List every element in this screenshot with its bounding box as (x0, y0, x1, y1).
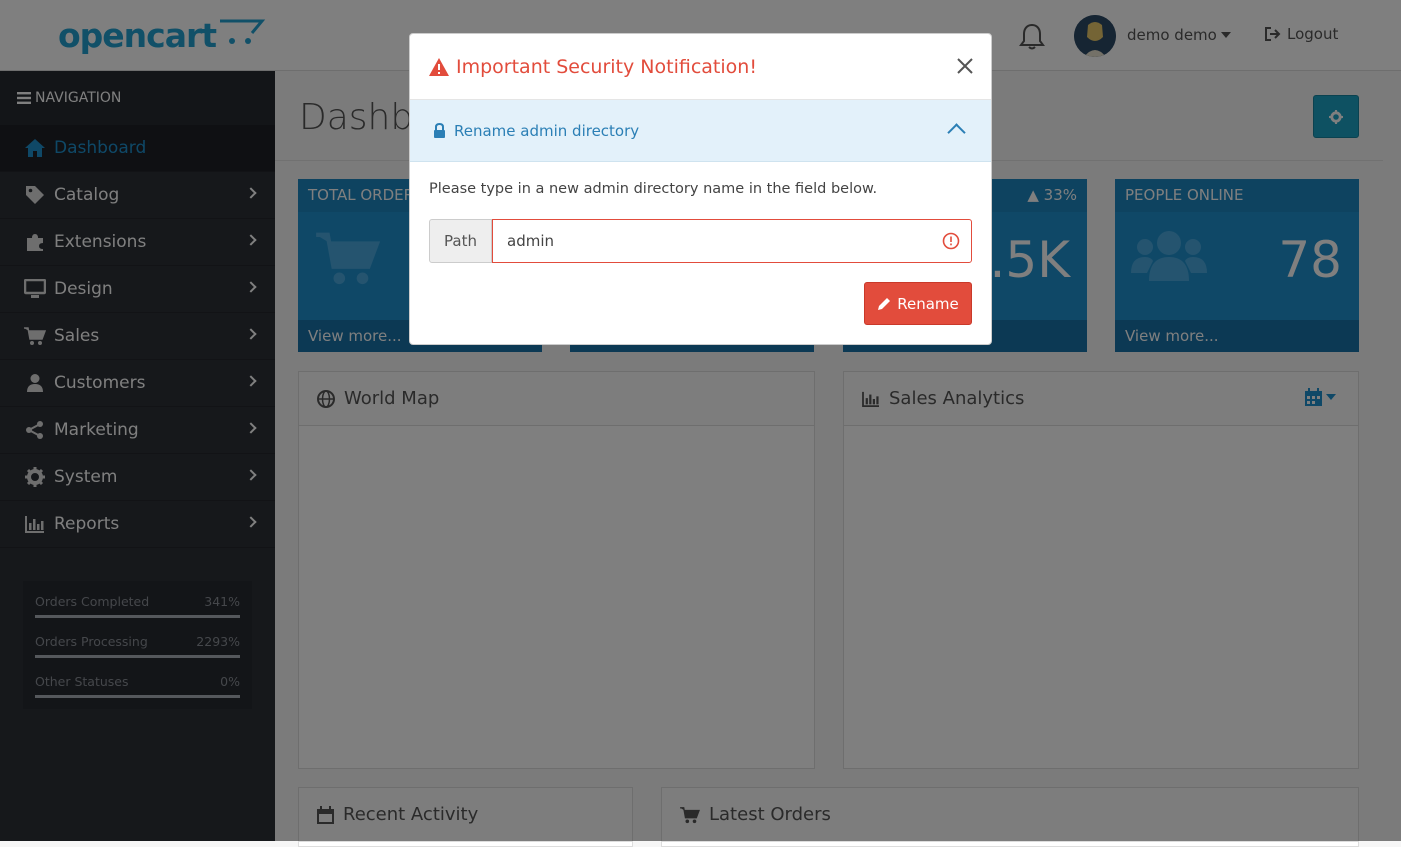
accordion-title: Rename admin directory (454, 121, 640, 140)
close-icon[interactable] (955, 56, 975, 76)
pencil-icon (878, 297, 891, 310)
path-label: Path (429, 219, 492, 263)
rename-button-label: Rename (897, 294, 959, 313)
error-circle-icon (942, 232, 960, 250)
chevron-up-icon (947, 123, 966, 142)
modal-header: Important Security Notification! (410, 34, 991, 100)
modal-title: Important Security Notification! (456, 55, 757, 78)
warning-triangle-icon (429, 57, 449, 76)
instruction-text: Please type in a new admin directory nam… (429, 181, 878, 197)
security-notification-modal: Important Security Notification! Rename … (409, 33, 992, 345)
lock-icon (434, 123, 445, 138)
rename-admin-accordion-header[interactable]: Rename admin directory (410, 100, 991, 162)
rename-button[interactable]: Rename (864, 282, 972, 325)
path-input[interactable] (492, 219, 972, 263)
path-input-group: Path (429, 219, 972, 263)
